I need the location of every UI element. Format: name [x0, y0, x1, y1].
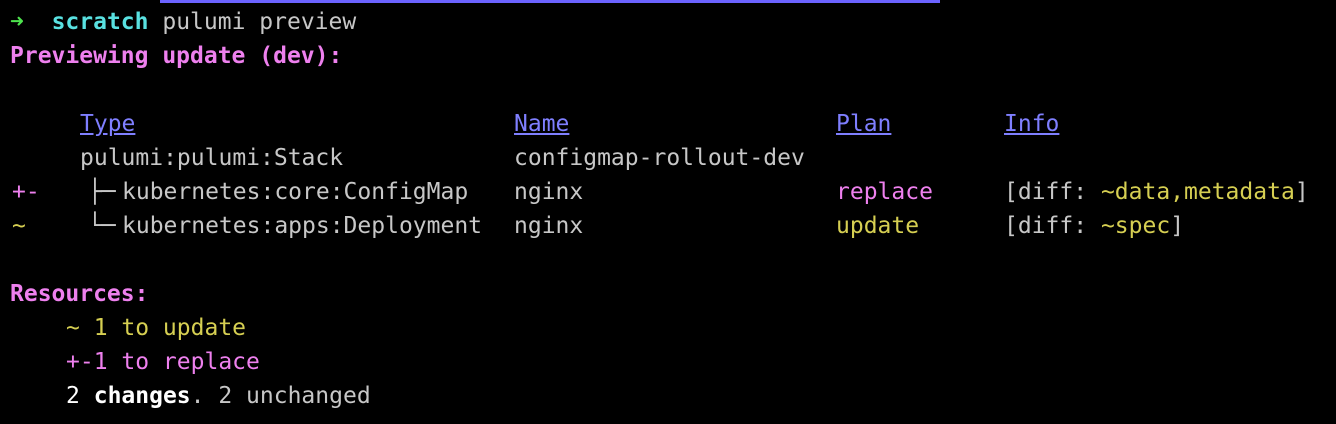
resource-plan: update: [836, 213, 920, 239]
resource-type: pulumi:pulumi:Stack: [80, 145, 344, 171]
table-header-row: Type Name Plan Info: [0, 108, 1336, 140]
terminal-window[interactable]: ➜ scratch pulumi preview Previewing upda…: [0, 0, 1336, 424]
info-diff-value: ~data,metadata: [1100, 179, 1295, 205]
unchanged-text: . 2 unchanged: [190, 383, 371, 409]
info-suffix: ]: [1170, 213, 1185, 239]
resource-name: nginx: [514, 213, 584, 239]
tree-branch-icon: └─: [88, 213, 116, 239]
resource-info: [diff: ~data,metadata]: [1004, 176, 1309, 208]
resource-type: kubernetes:core:ConfigMap: [122, 179, 469, 205]
resource-plan: replace: [836, 179, 933, 205]
prompt-arrow-icon: ➜: [10, 9, 24, 35]
tree-branch-icon: ├─: [88, 179, 116, 205]
change-marker: +-: [12, 179, 40, 205]
prompt-command: pulumi preview: [162, 9, 357, 35]
table-row: +- ├─ kubernetes:core:ConfigMap nginx re…: [0, 176, 1336, 208]
table-row: pulumi:pulumi:Stack configmap-rollout-de…: [0, 142, 1336, 174]
resources-title: Resources:: [10, 281, 149, 307]
info-diff-value: ~spec: [1100, 213, 1171, 239]
changes-word: changes: [93, 383, 191, 409]
resource-type: kubernetes:apps:Deployment: [122, 213, 483, 239]
resource-name: configmap-rollout-dev: [514, 145, 805, 171]
column-header-name: Name: [514, 111, 570, 137]
info-suffix: ]: [1294, 179, 1309, 205]
resource-name: nginx: [514, 179, 584, 205]
resource-info: [diff: ~spec]: [1004, 210, 1184, 242]
terminal-top-highlight: [160, 0, 940, 3]
table-row: ~ └─ kubernetes:apps:Deployment nginx up…: [0, 210, 1336, 242]
prompt-line: ➜ scratch pulumi preview: [10, 6, 356, 38]
resources-changes-line: 2 changes. 2 unchanged: [66, 380, 371, 412]
resources-update-line: ~ 1 to update: [66, 315, 247, 341]
info-prefix: [diff:: [1004, 179, 1101, 205]
prompt-directory: scratch: [51, 9, 149, 35]
column-header-info: Info: [1004, 111, 1060, 137]
changes-count: 2: [66, 383, 80, 409]
info-prefix: [diff:: [1004, 213, 1101, 239]
change-marker: ~: [12, 213, 26, 239]
column-header-type: Type: [80, 111, 136, 137]
previewing-header: Previewing update (dev):: [10, 43, 343, 69]
column-header-plan: Plan: [836, 111, 892, 137]
resources-replace-line: +-1 to replace: [66, 349, 260, 375]
